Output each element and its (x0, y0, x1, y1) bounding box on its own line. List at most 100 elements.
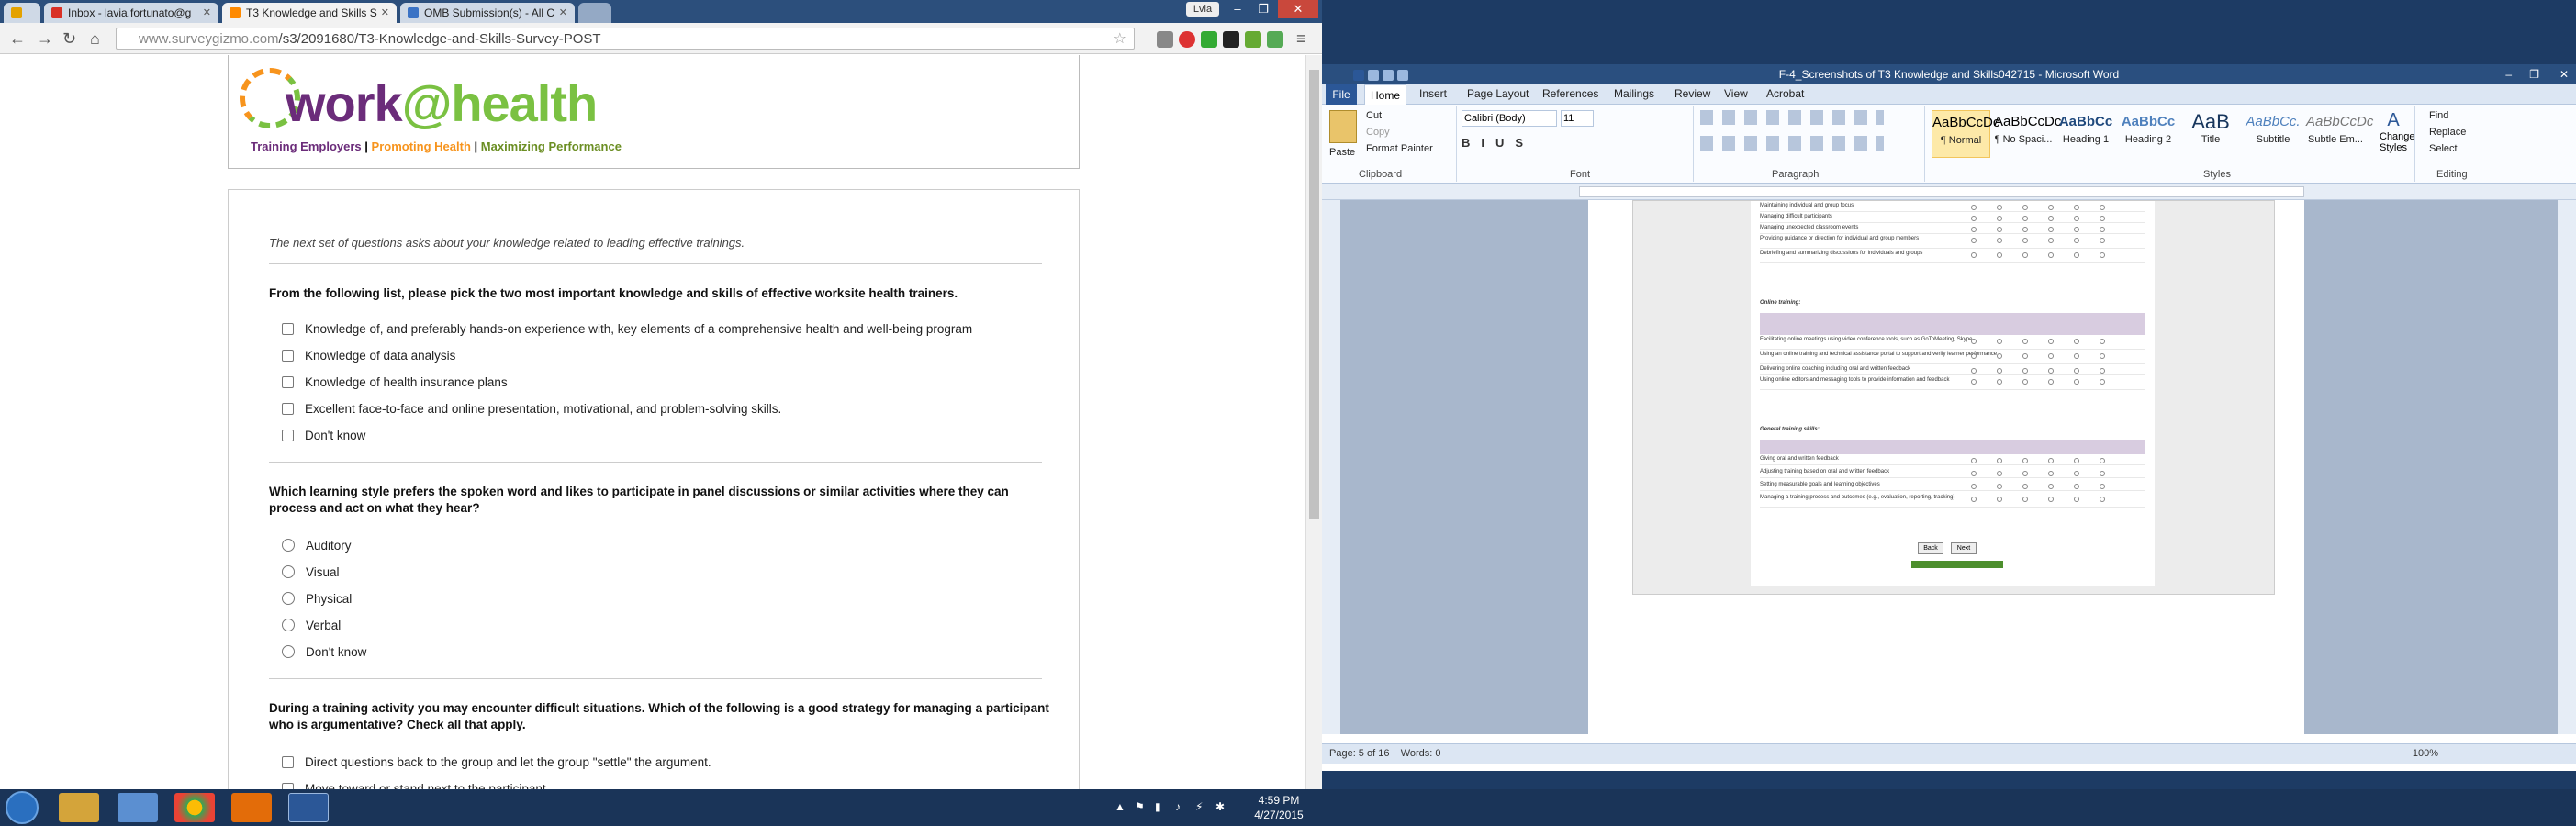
chrome-icon[interactable] (174, 793, 215, 822)
scrollbar-thumb[interactable] (1309, 70, 1319, 519)
tab-omb[interactable]: OMB Submission(s) - All C ✕ (400, 3, 575, 23)
tab-mailings[interactable]: Mailings (1614, 87, 1654, 100)
checkbox[interactable] (282, 430, 294, 441)
select-button[interactable]: Select (2429, 143, 2458, 154)
style-title[interactable]: AaB Title (2181, 110, 2240, 158)
font-size-select[interactable]: 11 (1561, 110, 1594, 127)
bluetooth-icon[interactable]: ✱ (1215, 800, 1228, 813)
close-window-icon[interactable]: ✕ (2559, 64, 2569, 84)
checkbox[interactable] (282, 376, 294, 388)
address-bar[interactable]: www.surveygizmo.com/s3/2091680/T3-Knowle… (116, 28, 1135, 50)
home-icon[interactable]: ⌂ (90, 29, 100, 48)
cast-icon[interactable] (1157, 31, 1173, 48)
checkbox[interactable] (282, 323, 294, 335)
profile-badge[interactable]: Lvia (1186, 2, 1219, 17)
radio-option[interactable]: Physical (282, 592, 352, 608)
checkbox[interactable] (282, 403, 294, 415)
tab-pinned[interactable] (4, 3, 40, 23)
network-icon[interactable]: ▮ (1155, 800, 1168, 813)
radio[interactable] (282, 539, 295, 552)
new-tab-button[interactable] (578, 3, 611, 23)
extension-icon[interactable] (1267, 31, 1283, 48)
paste-icon[interactable] (1329, 110, 1357, 143)
menu-icon[interactable]: ≡ (1296, 29, 1306, 48)
style-no-spacing[interactable]: AaBbCcDc ¶ No Spaci... (1994, 110, 2061, 158)
horizontal-ruler[interactable] (1322, 184, 2576, 200)
radio[interactable] (282, 565, 295, 578)
clock[interactable]: 4:59 PM 4/27/2015 (1247, 793, 1311, 822)
outlook-icon[interactable] (231, 793, 272, 822)
word-icon[interactable] (288, 793, 329, 822)
explorer-icon[interactable] (59, 793, 99, 822)
reload-icon[interactable]: ↻ (62, 29, 76, 48)
style-heading-2[interactable]: AaBbCc Heading 2 (2119, 110, 2178, 158)
tab-acrobat[interactable]: Acrobat (1766, 87, 1804, 100)
tab-file[interactable]: File (1326, 84, 1357, 105)
find-button[interactable]: Find (2429, 110, 2448, 121)
tab-survey[interactable]: T3 Knowledge and Skills S ✕ (222, 3, 397, 23)
radio-option[interactable]: Don't know (282, 645, 366, 662)
forward-icon[interactable]: → (37, 29, 53, 48)
close-window-icon[interactable]: ✕ (1278, 0, 1318, 18)
checkbox-option[interactable]: Knowledge of, and preferably hands-on ex… (282, 322, 972, 339)
radio[interactable] (282, 619, 295, 631)
undo-icon[interactable] (1383, 70, 1394, 81)
page-scrollbar[interactable] (1305, 55, 1322, 789)
change-styles-button[interactable]: A Change Styles (2380, 110, 2415, 167)
checkbox[interactable] (282, 756, 294, 768)
back-icon[interactable]: ← (9, 29, 26, 48)
checkbox-option[interactable]: Knowledge of health insurance plans (282, 375, 508, 392)
radio-option[interactable]: Visual (282, 565, 340, 582)
font-format-buttons[interactable]: BIUS (1462, 136, 1645, 152)
font-name-select[interactable]: Calibri (Body) (1462, 110, 1557, 127)
flag-icon[interactable]: ⚑ (1135, 800, 1148, 813)
checkbox-option[interactable]: Direct questions back to the group and l… (282, 755, 711, 772)
tab-review[interactable]: Review (1674, 87, 1710, 100)
start-button[interactable] (6, 791, 39, 824)
vertical-ruler[interactable] (1322, 200, 1340, 734)
radio-option[interactable]: Verbal (282, 619, 341, 635)
extension-icon[interactable] (1245, 31, 1261, 48)
redo-icon[interactable] (1397, 70, 1408, 81)
style-normal[interactable]: AaBbCcDc ¶ Normal (1932, 110, 1999, 158)
adblock-icon[interactable] (1179, 31, 1195, 48)
alignment-buttons[interactable] (1700, 136, 1884, 151)
volume-icon[interactable]: ♪ (1175, 800, 1188, 813)
bookmark-star-icon[interactable]: ☆ (1114, 29, 1126, 48)
extension-icon[interactable] (1223, 31, 1239, 48)
extension-icon[interactable] (1201, 31, 1217, 48)
save-icon[interactable] (1368, 70, 1379, 81)
checkbox[interactable] (282, 350, 294, 362)
format-painter-button[interactable]: Format Painter (1366, 143, 1433, 154)
tab-insert[interactable]: Insert (1419, 87, 1447, 100)
copy-button[interactable]: Copy (1366, 127, 1390, 138)
cut-button[interactable]: Cut (1366, 110, 1382, 121)
power-icon[interactable]: ⚡ (1195, 800, 1208, 813)
close-icon[interactable]: ✕ (203, 6, 211, 18)
page-count[interactable]: Page: 5 of 16 (1329, 748, 1389, 759)
tab-references[interactable]: References (1542, 87, 1598, 100)
radio[interactable] (282, 592, 295, 605)
replace-button[interactable]: Replace (2429, 127, 2466, 138)
close-icon[interactable]: ✕ (381, 6, 389, 18)
radio-option[interactable]: Auditory (282, 539, 352, 555)
checkbox-option[interactable]: Move toward or stand next to the partici… (282, 782, 546, 789)
style-subtle-emphasis[interactable]: AaBbCcDc Subtle Em... (2306, 110, 2373, 158)
tab-view[interactable]: View (1724, 87, 1748, 100)
tab-inbox[interactable]: Inbox - lavia.fortunato@g ✕ (44, 3, 218, 23)
minimize-icon[interactable]: – (2505, 64, 2512, 84)
list-buttons[interactable] (1700, 110, 1884, 125)
checkbox-option[interactable]: Knowledge of data analysis (282, 349, 455, 365)
style-heading-1[interactable]: AaBbCc Heading 1 (2056, 110, 2115, 158)
minimize-icon[interactable]: – (1225, 0, 1250, 18)
checkbox-option[interactable]: Excellent face-to-face and online presen… (282, 402, 781, 419)
radio[interactable] (282, 645, 295, 658)
paste-button[interactable]: Paste (1329, 147, 1355, 158)
tray-expand-icon[interactable]: ▲ (1114, 800, 1127, 813)
document-scrollbar[interactable] (2558, 200, 2576, 734)
tab-page-layout[interactable]: Page Layout (1467, 87, 1529, 100)
zoom-level[interactable]: 100% (2413, 748, 2438, 759)
checkbox[interactable] (282, 783, 294, 789)
checkbox-option[interactable]: Don't know (282, 429, 365, 445)
restore-icon[interactable]: ❐ (2529, 64, 2539, 84)
